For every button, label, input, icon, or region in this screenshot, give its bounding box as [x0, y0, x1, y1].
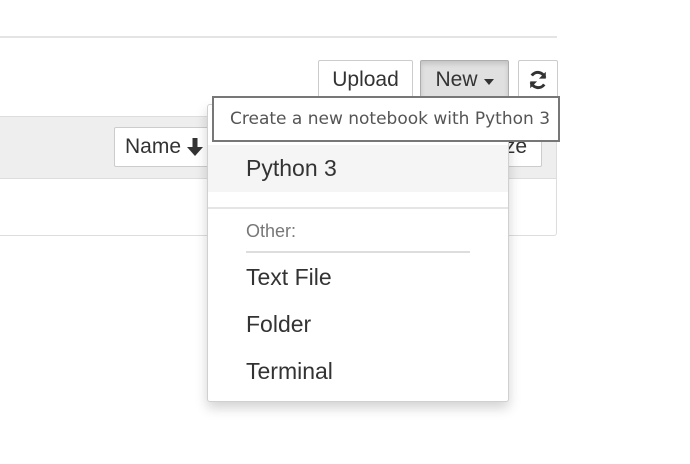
new-dropdown-button[interactable]: New — [420, 60, 509, 100]
menu-item-text-file[interactable]: Text File — [208, 257, 508, 297]
new-button-label: New — [435, 68, 478, 91]
menu-header-other: Other: — [246, 221, 297, 241]
menu-item-folder[interactable]: Folder — [208, 304, 508, 344]
caret-down-icon — [483, 79, 494, 85]
new-dropdown-menu: Python 3 Other: Text File Folder Termina… — [207, 104, 509, 402]
python3-tooltip: Create a new notebook with Python 3 — [212, 96, 560, 142]
refresh-icon — [529, 70, 547, 90]
arrow-down-icon — [187, 138, 204, 156]
menu-header-underline — [246, 251, 470, 253]
upload-button[interactable]: Upload — [318, 60, 413, 100]
menu-item-python3[interactable]: Python 3 — [208, 145, 508, 192]
menu-divider — [208, 207, 508, 209]
refresh-button[interactable] — [518, 60, 558, 100]
tab-underline — [0, 36, 557, 38]
menu-item-terminal[interactable]: Terminal — [208, 351, 508, 391]
file-browser-page: Upload New Name ze Python 3 Other: Text … — [0, 0, 690, 464]
sort-name-label: Name — [125, 135, 182, 158]
